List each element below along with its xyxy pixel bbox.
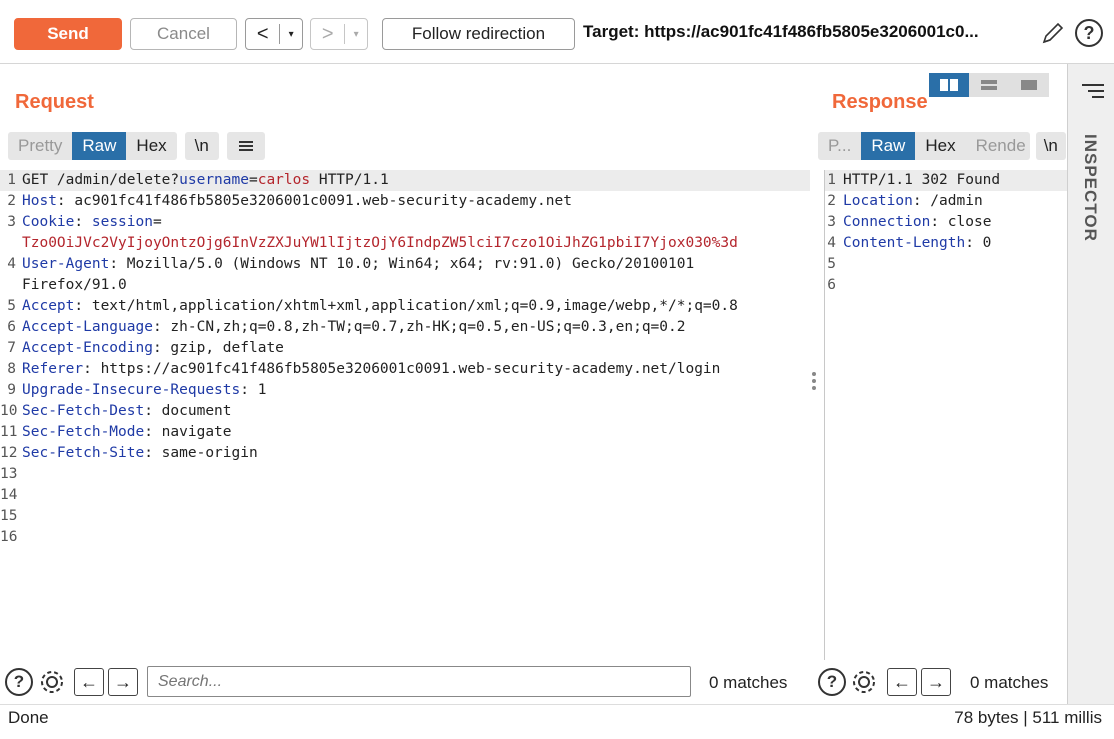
inspector-tab[interactable]: INSPECTOR: [1080, 134, 1100, 242]
request-view-tabs: Pretty Raw Hex \n: [8, 132, 265, 160]
back-history-button[interactable]: < ▾: [245, 18, 303, 50]
request-line[interactable]: 3 Cookie: session=: [0, 212, 810, 233]
panel-resize-handle[interactable]: [812, 372, 816, 394]
send-button[interactable]: Send: [14, 18, 122, 50]
tab-pretty[interactable]: P...: [818, 132, 862, 160]
tab-raw[interactable]: Raw: [72, 132, 127, 160]
request-line[interactable]: 4 User-Agent: Mozilla/5.0 (Windows NT 10.…: [0, 254, 810, 275]
split-vertical-icon[interactable]: [969, 73, 1009, 97]
response-stats: 78 bytes | 511 millis: [954, 708, 1102, 727]
response-line[interactable]: 3 Connection: close: [825, 212, 1067, 233]
response-line[interactable]: 1 HTTP/1.1 302 Found: [825, 170, 1067, 191]
tab-hex[interactable]: Hex: [126, 132, 177, 160]
forward-history-button[interactable]: > ▾: [310, 18, 368, 50]
request-line[interactable]: 7 Accept-Encoding: gzip, deflate: [0, 338, 810, 359]
previous-match-button[interactable]: ←: [74, 668, 104, 696]
request-line[interactable]: 16: [0, 527, 810, 548]
tab-render[interactable]: Rende: [965, 132, 1030, 160]
request-panel-title: Request: [15, 91, 94, 113]
help-icon[interactable]: ?: [5, 668, 33, 696]
request-line[interactable]: 13: [0, 464, 810, 485]
request-line[interactable]: 1 GET /admin/delete?username=carlos HTTP/…: [0, 170, 810, 191]
previous-match-button[interactable]: ←: [887, 668, 917, 696]
next-match-button[interactable]: →: [108, 668, 138, 696]
forward-arrow-icon[interactable]: >: [311, 23, 344, 46]
follow-redirection-button[interactable]: Follow redirection: [382, 18, 575, 50]
request-line[interactable]: 8 Referer: https://ac901fc41f486fb5805e32…: [0, 359, 810, 380]
request-match-count: 0 matches: [709, 673, 788, 692]
toolbar: Send Cancel < ▾ > ▾ Follow redirection T…: [0, 0, 1114, 64]
status-bar: [0, 704, 1114, 739]
tab-pretty[interactable]: Pretty: [8, 132, 73, 160]
request-line[interactable]: 14: [0, 485, 810, 506]
request-line[interactable]: 15: [0, 506, 810, 527]
request-editor[interactable]: 1 GET /admin/delete?username=carlos HTTP/…: [0, 170, 810, 660]
chevron-down-icon[interactable]: ▾: [345, 29, 367, 40]
help-icon[interactable]: ?: [1075, 19, 1103, 47]
chevron-down-icon[interactable]: ▾: [280, 29, 302, 40]
request-format-tabs: Pretty Raw Hex: [8, 132, 177, 160]
pencil-icon[interactable]: [1040, 20, 1066, 46]
request-line[interactable]: 5 Accept: text/html,application/xhtml+xml…: [0, 296, 810, 317]
response-line[interactable]: 4 Content-Length: 0: [825, 233, 1067, 254]
status-text: Done: [8, 708, 49, 727]
response-line[interactable]: 5: [825, 254, 1067, 275]
inspector-sidebar: INSPECTOR: [1067, 64, 1114, 704]
target-url-label[interactable]: Target: https://ac901fc41f486fb5805e3206…: [583, 22, 1023, 42]
search-input[interactable]: [147, 666, 691, 697]
request-line[interactable]: 6 Accept-Language: zh-CN,zh;q=0.8,zh-TW;q…: [0, 317, 810, 338]
gear-icon[interactable]: [37, 667, 67, 697]
newline-toggle[interactable]: \n: [184, 132, 219, 160]
layout-view-toggles: [929, 73, 1049, 97]
response-match-count: 0 matches: [970, 673, 1049, 692]
request-line[interactable]: 10 Sec-Fetch-Dest: document: [0, 401, 810, 422]
request-line[interactable]: 11 Sec-Fetch-Mode: navigate: [0, 422, 810, 443]
request-line[interactable]: 12 Sec-Fetch-Site: same-origin: [0, 443, 810, 464]
inspector-menu-icon[interactable]: [1082, 84, 1104, 102]
tab-raw[interactable]: Raw: [861, 132, 916, 160]
request-line[interactable]: Firefox/91.0: [0, 275, 810, 296]
cancel-button[interactable]: Cancel: [130, 18, 237, 50]
response-line[interactable]: 2 Location: /admin: [825, 191, 1067, 212]
tab-hex[interactable]: Hex: [915, 132, 966, 160]
newline-toggle[interactable]: \n: [1035, 132, 1066, 160]
response-view-tabs: P... Raw Hex Rende \n: [818, 132, 1066, 160]
gear-icon[interactable]: [849, 667, 879, 697]
request-line[interactable]: 9 Upgrade-Insecure-Requests: 1: [0, 380, 810, 401]
back-arrow-icon[interactable]: <: [246, 23, 279, 46]
single-view-icon[interactable]: [1009, 73, 1049, 97]
response-line[interactable]: 6: [825, 275, 1067, 296]
response-editor[interactable]: 1 HTTP/1.1 302 Found 2 Location: /admin 3C…: [824, 170, 1067, 660]
repeater-window: Send Cancel < ▾ > ▾ Follow redirection T…: [0, 0, 1114, 739]
request-line[interactable]: Tzo0OiJVc2VyIjoyOntzOjg6InVzZXJuYW1lIjtz…: [0, 233, 810, 254]
split-horizontal-icon[interactable]: [929, 73, 969, 97]
next-match-button[interactable]: →: [921, 668, 951, 696]
request-line[interactable]: 2 Host: ac901fc41f486fb5805e3206001c0091.…: [0, 191, 810, 212]
help-icon[interactable]: ?: [818, 668, 846, 696]
hamburger-icon[interactable]: [226, 132, 265, 160]
response-panel-title: Response: [832, 91, 928, 113]
